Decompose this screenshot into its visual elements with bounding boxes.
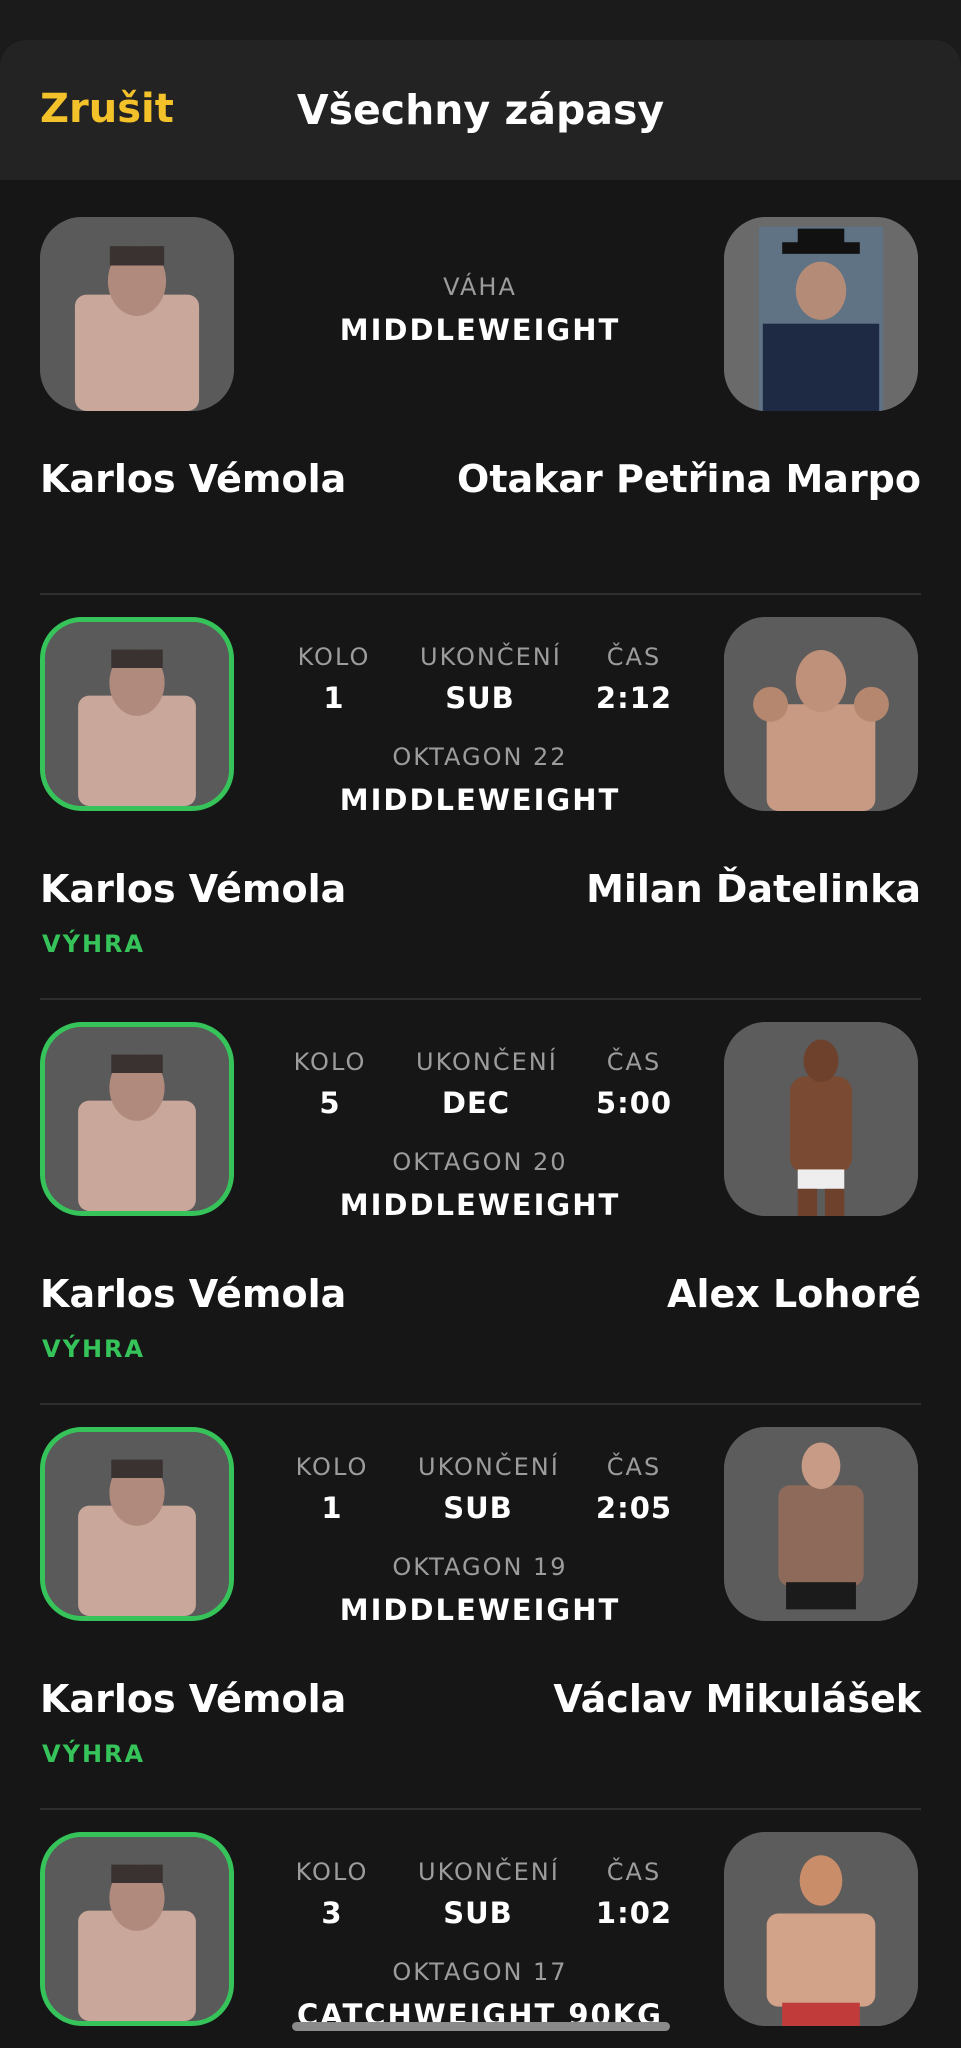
time-value: 2:12 bbox=[595, 681, 673, 715]
result-badge: VÝHRA bbox=[42, 930, 146, 958]
round-label: KOLO bbox=[295, 1453, 369, 1481]
home-indicator[interactable] bbox=[292, 2022, 670, 2031]
finish-label: UKONČENÍ bbox=[418, 1453, 560, 1481]
fights-sheet: Zrušit Všechny zápasy VÁHA MIDDLEWEIGHT … bbox=[0, 40, 961, 2048]
finish-value: SUB bbox=[445, 681, 515, 715]
time-label: ČAS bbox=[606, 1858, 662, 1886]
time-value: 2:05 bbox=[595, 1491, 673, 1525]
opponent-avatar[interactable] bbox=[724, 617, 918, 811]
fighter-photo-icon bbox=[45, 1432, 229, 1616]
finish-col: UKONČENÍ SUB bbox=[418, 1858, 560, 1930]
opponent-avatar[interactable] bbox=[724, 1427, 918, 1621]
finish-value: SUB bbox=[443, 1491, 513, 1525]
opponent-avatar[interactable] bbox=[724, 1832, 918, 2026]
event-name: OKTAGON 17 bbox=[392, 1958, 568, 1986]
weight-class: MIDDLEWEIGHT bbox=[339, 313, 621, 347]
round-value: 1 bbox=[321, 1491, 343, 1525]
time-value: 5:00 bbox=[595, 1086, 673, 1120]
event-name: OKTAGON 20 bbox=[392, 1148, 568, 1176]
weight-class: MIDDLEWEIGHT bbox=[339, 1593, 621, 1627]
round-label: KOLO bbox=[297, 643, 371, 671]
opponent-photo-icon bbox=[724, 617, 918, 811]
opponent-photo-icon bbox=[724, 1832, 918, 2026]
time-label: ČAS bbox=[606, 1048, 662, 1076]
fight-card[interactable]: KOLO 1 UKONČENÍ SUB ČAS 2:05 OKTAGON 19 MID… bbox=[0, 1405, 961, 1810]
finish-label: UKONČENÍ bbox=[416, 1048, 558, 1076]
fight-card[interactable]: KOLO 5 UKONČENÍ DEC ČAS 5:00 OKTAGON 20 MID… bbox=[0, 1000, 961, 1405]
fighter-avatar[interactable] bbox=[40, 1832, 234, 2026]
opponent-name: Václav Mikulášek bbox=[553, 1677, 921, 1721]
finish-col: UKONČENÍ SUB bbox=[420, 643, 562, 715]
round-col: KOLO 1 bbox=[272, 1453, 392, 1525]
round-label: KOLO bbox=[295, 1858, 369, 1886]
round-value: 5 bbox=[319, 1086, 341, 1120]
time-label: ČAS bbox=[606, 1453, 662, 1481]
finish-label: UKONČENÍ bbox=[420, 643, 562, 671]
time-col: ČAS 2:12 bbox=[574, 643, 694, 715]
navbar: Zrušit Všechny zápasy bbox=[0, 40, 961, 180]
time-col: ČAS 5:00 bbox=[574, 1048, 694, 1120]
fight-card[interactable]: VÁHA MIDDLEWEIGHT Karlos Vémola Otakar P… bbox=[0, 195, 961, 595]
fighter-avatar[interactable] bbox=[40, 1022, 234, 1216]
time-value: 1:02 bbox=[595, 1896, 673, 1930]
finish-col: UKONČENÍ SUB bbox=[418, 1453, 560, 1525]
opponent-avatar[interactable] bbox=[724, 1022, 918, 1216]
opponent-name: Alex Lohoré bbox=[667, 1272, 921, 1316]
event-name: OKTAGON 19 bbox=[392, 1553, 568, 1581]
event-name: OKTAGON 22 bbox=[392, 743, 568, 771]
result-badge: VÝHRA bbox=[42, 1740, 146, 1768]
finish-value: SUB bbox=[443, 1896, 513, 1930]
weight-class: MIDDLEWEIGHT bbox=[339, 1188, 621, 1222]
fighter-photo-icon bbox=[40, 217, 234, 411]
round-value: 1 bbox=[323, 681, 345, 715]
time-col: ČAS 2:05 bbox=[574, 1453, 694, 1525]
opponent-photo-icon bbox=[724, 217, 918, 411]
fighter-name: Karlos Vémola bbox=[40, 867, 347, 911]
opponent-name: Otakar Petřina Marpo bbox=[457, 457, 921, 501]
opponent-name: Milan Ďatelinka bbox=[586, 867, 921, 911]
opponent-photo-icon bbox=[724, 1022, 918, 1216]
fighter-avatar[interactable] bbox=[40, 617, 234, 811]
round-label: KOLO bbox=[293, 1048, 367, 1076]
finish-label: UKONČENÍ bbox=[418, 1858, 560, 1886]
fighter-photo-icon bbox=[45, 622, 229, 806]
fighter-photo-icon bbox=[45, 1837, 229, 2021]
time-label: ČAS bbox=[606, 643, 662, 671]
finish-value: DEC bbox=[441, 1086, 511, 1120]
fighter-name: Karlos Vémola bbox=[40, 1677, 347, 1721]
fight-card[interactable]: KOLO 3 UKONČENÍ SUB ČAS 1:02 OKTAGON 17 CAT… bbox=[0, 1810, 961, 2048]
round-col: KOLO 3 bbox=[272, 1858, 392, 1930]
fighter-avatar[interactable] bbox=[40, 217, 234, 411]
fighter-name: Karlos Vémola bbox=[40, 1272, 347, 1316]
opponent-photo-icon bbox=[724, 1427, 918, 1621]
weight-class: MIDDLEWEIGHT bbox=[339, 783, 621, 817]
page-title: Všechny zápasy bbox=[296, 86, 665, 134]
opponent-avatar[interactable] bbox=[724, 217, 918, 411]
fighter-photo-icon bbox=[45, 1027, 229, 1211]
fighter-name: Karlos Vémola bbox=[40, 457, 347, 501]
finish-col: UKONČENÍ DEC bbox=[416, 1048, 558, 1120]
round-value: 3 bbox=[321, 1896, 343, 1930]
result-badge: VÝHRA bbox=[42, 1335, 146, 1363]
time-col: ČAS 1:02 bbox=[574, 1858, 694, 1930]
fight-card[interactable]: KOLO 1 UKONČENÍ SUB ČAS 2:12 OKTAGON 22 MID… bbox=[0, 595, 961, 1000]
weight-label: VÁHA bbox=[443, 273, 517, 301]
round-col: KOLO 1 bbox=[274, 643, 394, 715]
round-col: KOLO 5 bbox=[270, 1048, 390, 1120]
fighter-avatar[interactable] bbox=[40, 1427, 234, 1621]
